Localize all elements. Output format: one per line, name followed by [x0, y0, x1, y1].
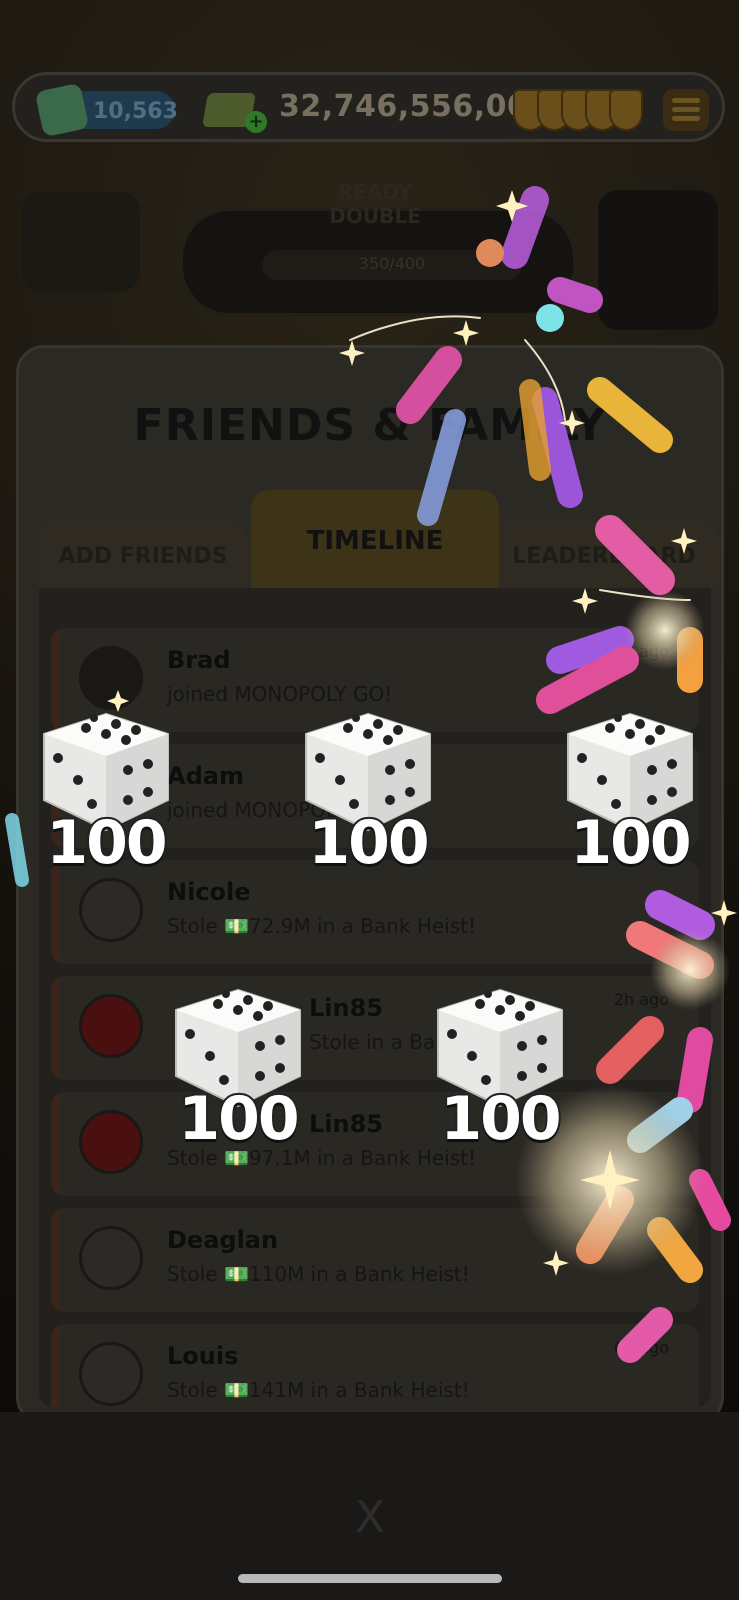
- menu-button[interactable]: [663, 89, 709, 131]
- dice-counter[interactable]: 10,563: [34, 82, 178, 138]
- event-title: READY DOUBLE: [329, 180, 421, 228]
- dice-reward: 100: [560, 708, 700, 880]
- list-item: Deaglan Stole 💵110M in a Bank Heist!: [51, 1208, 699, 1312]
- cash-amount: 32,746,556,000: [279, 89, 550, 124]
- shields[interactable]: [513, 89, 643, 131]
- hamburger-icon: [672, 98, 700, 103]
- reward-amount: 100: [568, 806, 693, 880]
- avatar: [79, 1110, 143, 1174]
- home-indicator: [238, 1574, 502, 1583]
- event-widget[interactable]: [22, 192, 140, 292]
- friend-name: Adam: [167, 762, 244, 790]
- event-progress-bar: 350/400: [262, 250, 522, 280]
- friend-name: Louis: [167, 1342, 239, 1370]
- add-cash-button[interactable]: +: [245, 111, 267, 133]
- reward-amount: 100: [176, 1082, 301, 1156]
- activity-text: Stole 💵141M in a Bank Heist!: [167, 1378, 470, 1402]
- dice-stack-icon: [34, 82, 90, 138]
- dice-reward: 100: [36, 708, 176, 880]
- avatar: [79, 878, 143, 942]
- friend-name: Brad: [167, 646, 231, 674]
- activity-text: Stole 💵110M in a Bank Heist!: [167, 1262, 470, 1286]
- friend-name: Nicole: [167, 878, 251, 906]
- list-item: Lin85 Stole 💵97.1M in a Bank Heist!: [51, 1092, 699, 1196]
- friend-name: Lin85: [309, 1110, 384, 1138]
- game-scene: 10,563 + 32,746,556,000 READY DOUBLE 350…: [0, 0, 739, 1600]
- event-progress-text: 350/400: [358, 254, 426, 273]
- close-button[interactable]: X: [340, 1488, 400, 1548]
- activity-text: Stole 💵72.9M in a Bank Heist!: [167, 914, 477, 938]
- avatar: [79, 646, 143, 710]
- list-item: Lin85 Stole in a Bank Heist! 2h ago: [51, 976, 699, 1080]
- partner-widget[interactable]: [598, 190, 718, 330]
- shield-icon: [609, 89, 643, 131]
- dice-reward: 100: [430, 984, 570, 1156]
- dice-reward: 100: [298, 708, 438, 880]
- avatar: [79, 1226, 143, 1290]
- reward-amount: 100: [306, 806, 431, 880]
- reward-amount: 100: [44, 806, 169, 880]
- activity-time: 2h ago: [613, 990, 669, 1009]
- panel-title: FRIENDS & FAMILY: [133, 400, 607, 451]
- reward-amount: 100: [438, 1082, 563, 1156]
- activity-time: 33m ago: [598, 642, 669, 661]
- avatar: [79, 1342, 143, 1406]
- list-item: Louis Stole 💵141M in a Bank Heist! 6h ag…: [51, 1324, 699, 1408]
- tab-leaderboard[interactable]: LEADERBOARD: [489, 520, 719, 590]
- friend-name: Lin85: [309, 994, 384, 1022]
- resource-bar: 10,563 + 32,746,556,000: [12, 72, 725, 142]
- dice-count: 10,563: [93, 99, 178, 124]
- avatar: [79, 994, 143, 1058]
- tab-timeline[interactable]: TIMELINE: [251, 490, 499, 590]
- activity-text: joined MONOPOLY GO!: [167, 682, 393, 706]
- dice-reward: 100: [168, 984, 308, 1156]
- activity-time: 6h ago: [613, 1338, 669, 1357]
- friend-name: Deaglan: [167, 1226, 279, 1254]
- tab-add-friends[interactable]: ADD FRIENDS: [39, 520, 247, 590]
- friends-panel: FRIENDS & FAMILY ADD FRIENDS LEADERBOARD…: [16, 345, 724, 1425]
